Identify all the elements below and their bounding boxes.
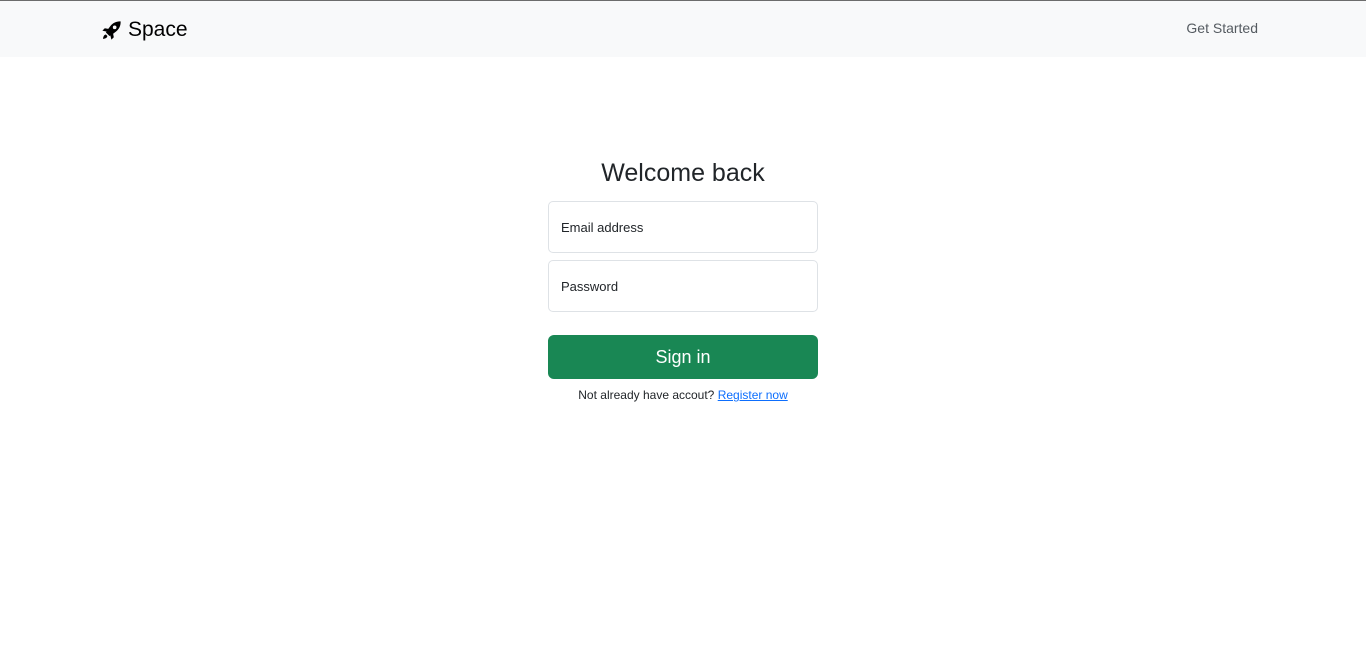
brand-link[interactable]: Space bbox=[100, 15, 188, 45]
navbar: Space Get Started bbox=[0, 1, 1366, 57]
page-title: Welcome back bbox=[601, 159, 765, 187]
register-link[interactable]: Register now bbox=[718, 388, 788, 402]
sign-in-button[interactable]: Sign in bbox=[548, 335, 818, 379]
register-prompt-text: Not already have accout? bbox=[578, 388, 715, 402]
email-field[interactable] bbox=[548, 201, 818, 253]
register-prompt: Not already have accout? Register now bbox=[548, 388, 818, 402]
rocket-icon bbox=[100, 19, 123, 42]
password-field[interactable] bbox=[548, 260, 818, 312]
get-started-link[interactable]: Get Started bbox=[1186, 20, 1258, 36]
brand-text: Space bbox=[128, 18, 188, 41]
login-form: Welcome back Sign in Not already have ac… bbox=[548, 155, 818, 402]
